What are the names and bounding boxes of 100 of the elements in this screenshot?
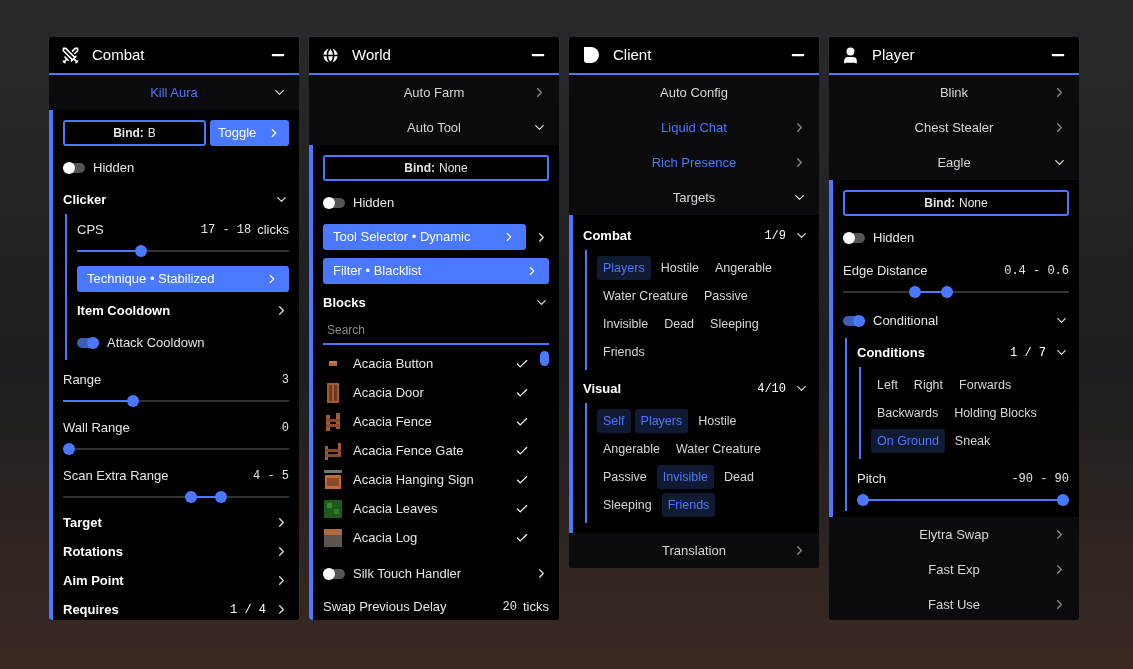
choice-button[interactable]: Tool Selector • Dynamic [323, 224, 526, 250]
tag-chip[interactable]: Holding Blocks [948, 401, 1043, 425]
tag-chip[interactable]: Passive [597, 465, 653, 489]
block-list-item[interactable]: Acacia Leaves [323, 494, 529, 523]
section-header[interactable]: Clicker [63, 185, 289, 214]
tag-chip[interactable]: Water Creature [597, 284, 694, 308]
panel-title: Combat [92, 44, 146, 65]
tag-chip[interactable]: Players [597, 256, 651, 280]
slider-value: -90 - 90 [1011, 471, 1069, 488]
section-header[interactable]: Conditions 1 / 7 [857, 338, 1069, 367]
tag-chip[interactable]: Friends [597, 340, 651, 364]
slider-label: CPS [77, 221, 104, 240]
search-field[interactable]: Search [323, 317, 549, 345]
section-header[interactable]: Combat 1/9 [583, 221, 809, 250]
block-icon [323, 411, 343, 432]
toggle-switch[interactable] [843, 315, 865, 326]
block-icon [323, 469, 343, 490]
section-header[interactable]: Visual 4/10 [583, 374, 809, 403]
block-list-item[interactable]: Acacia Door [323, 378, 529, 407]
bind-button[interactable]: Bind: None [323, 155, 549, 181]
block-icon [323, 527, 343, 548]
slider-thumb[interactable] [184, 491, 197, 503]
section-header[interactable]: Rotations [63, 537, 289, 566]
toggle-switch[interactable] [77, 337, 99, 348]
choice-button[interactable]: Filter • Blacklist [323, 258, 549, 284]
slider-value: 3 [281, 372, 289, 389]
globe-icon [321, 45, 340, 65]
section-header[interactable]: Requires 1 / 4 [63, 595, 289, 620]
slider-thumb[interactable] [1057, 494, 1069, 506]
toggle-label: Hidden [93, 158, 135, 177]
slider-thumb[interactable] [135, 245, 147, 257]
range-slider[interactable] [63, 442, 289, 456]
block-list-item[interactable]: Acacia Hanging Sign [323, 465, 529, 494]
slider-thumb[interactable] [857, 494, 869, 506]
tag-chip[interactable]: Angerable [597, 437, 666, 461]
slider-thumb[interactable] [127, 395, 140, 407]
tag-chip[interactable]: Hostile [692, 409, 743, 433]
tag-chip[interactable]: Left [871, 373, 904, 397]
mode-button[interactable]: Toggle [210, 120, 289, 146]
choice-button[interactable]: Technique • Stabilized [77, 266, 289, 292]
section-header[interactable]: Item Cooldown [77, 296, 289, 325]
toggle-switch[interactable] [843, 232, 865, 243]
tag-chip[interactable]: Water Creature [670, 437, 767, 461]
block-list-item[interactable]: Acacia Log [323, 523, 529, 552]
toggle-switch[interactable] [323, 197, 345, 208]
block-icon [329, 361, 337, 366]
range-slider[interactable] [843, 285, 1069, 299]
tag-chip[interactable]: Right [907, 373, 950, 397]
tag-chip[interactable]: Dead [658, 312, 701, 336]
toggle-label: Hidden [873, 228, 915, 247]
slider-label: Swap Previous Delay [323, 598, 447, 617]
user-icon [841, 45, 860, 65]
toggle-label: Silk Touch Handler [353, 564, 463, 583]
tag-chip[interactable]: Self [597, 409, 631, 433]
slider-label: Range [63, 371, 102, 390]
section-header[interactable]: Aim Point [63, 566, 289, 595]
toggle-label: Conditional [873, 311, 940, 330]
tag-chip[interactable]: Players [634, 409, 689, 433]
slider-label: Pitch [857, 470, 886, 489]
slider-label: Edge Distance [843, 262, 928, 281]
block-list-item[interactable]: Acacia Fence [323, 407, 529, 436]
slider-thumb[interactable] [941, 286, 954, 298]
slider-value: 17 - 18 [200, 222, 252, 239]
tag-chip[interactable]: Invisible [597, 312, 655, 336]
range-slider[interactable] [63, 394, 289, 408]
tag-chip[interactable]: Sleeping [704, 312, 765, 336]
slider-thumb[interactable] [214, 491, 227, 503]
tag-chip[interactable]: Angerable [708, 256, 778, 280]
toggle-label: Attack Cooldown [107, 333, 205, 352]
bind-button[interactable]: Bind: B [63, 120, 206, 146]
scrollbar-thumb[interactable] [540, 351, 549, 366]
slider-label: Wall Range [63, 419, 130, 438]
toggle-switch[interactable] [63, 162, 85, 173]
block-list-item[interactable]: Acacia Button [323, 349, 529, 378]
toggle-switch[interactable] [323, 568, 345, 579]
slider-thumb[interactable] [909, 286, 922, 298]
tag-chip[interactable]: Sneak [948, 429, 997, 453]
range-slider[interactable] [77, 244, 289, 258]
range-slider[interactable] [63, 490, 289, 504]
panel-title: Player [872, 44, 916, 65]
tag-chip[interactable]: Passive [698, 284, 754, 308]
toggle-label: Hidden [353, 193, 395, 212]
section-header[interactable]: Blocks [323, 288, 549, 317]
section-header[interactable]: Target [63, 508, 289, 537]
tag-chip[interactable]: Forwards [953, 373, 1018, 397]
tag-chip[interactable]: Sleeping [597, 493, 658, 517]
tag-chip[interactable]: Friends [661, 493, 716, 517]
tag-chip[interactable]: Hostile [654, 256, 705, 280]
tag-chip[interactable]: Backwards [871, 401, 945, 425]
tag-chip[interactable]: Dead [717, 465, 760, 489]
tag-chip[interactable]: Invisible [656, 465, 714, 489]
slider-value: 0 [281, 420, 289, 437]
block-list-item[interactable]: Acacia Fence Gate [323, 436, 529, 465]
slider-value: 20 [502, 599, 517, 616]
range-slider[interactable] [857, 493, 1069, 507]
tag-chip[interactable]: On Ground [871, 429, 945, 453]
bind-button[interactable]: Bind: None [843, 190, 1069, 216]
slider-thumb[interactable] [63, 443, 75, 455]
panel-title: Client [613, 44, 653, 65]
panel-title: World [352, 44, 392, 65]
